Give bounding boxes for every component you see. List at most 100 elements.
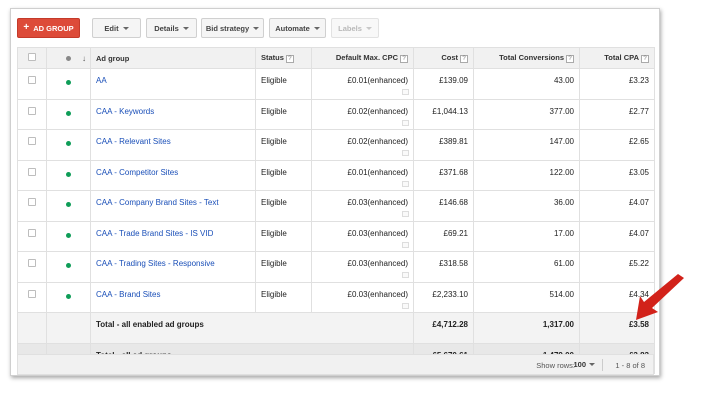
default-cpc-value[interactable]: £0.03(enhanced) xyxy=(348,229,409,238)
ad-group-link[interactable]: CAA - Relevant Sites xyxy=(96,137,171,146)
cost-cell: £389.81 xyxy=(413,129,474,161)
enabled-status-dot-icon[interactable] xyxy=(66,171,71,177)
chevron-down-icon xyxy=(589,363,595,366)
ad-group-link[interactable]: CAA - Trade Brand Sites - IS VID xyxy=(96,229,213,238)
help-icon[interactable]: ? xyxy=(641,54,649,63)
column-header-cost[interactable]: Cost? xyxy=(413,47,474,69)
cpa-cell: £4.07 xyxy=(579,220,655,252)
table-row: AA Eligible £0.01(enhanced) £139.09 43.0… xyxy=(17,68,655,100)
bid-strategy-label: Bid strategy xyxy=(205,23,250,33)
select-all-cell xyxy=(17,47,47,69)
ad-groups-panel: + AD GROUP Edit Details Bid strategy Aut… xyxy=(10,8,660,376)
status-cell: Eligible xyxy=(255,281,312,313)
cost-cell: £2,233.10 xyxy=(413,281,474,313)
rows-per-page-value: 100 xyxy=(573,360,586,369)
enabled-status-dot-icon[interactable] xyxy=(66,293,71,299)
status-filter-icon xyxy=(66,55,71,61)
column-header-default-cpc[interactable]: Default Max. CPC? xyxy=(311,47,414,69)
table-row: CAA - Company Brand Sites - Text Eligibl… xyxy=(17,190,655,222)
table-row: CAA - Relevant Sites Eligible £0.02(enha… xyxy=(17,129,655,161)
select-all-checkbox[interactable] xyxy=(28,53,36,61)
row-checkbox[interactable] xyxy=(28,198,36,206)
default-cpc-value[interactable]: £0.01(enhanced) xyxy=(348,76,409,85)
default-cpc-value[interactable]: £0.01(enhanced) xyxy=(348,168,409,177)
column-header-ad-group[interactable]: Ad group xyxy=(90,47,256,69)
footer-divider xyxy=(602,359,603,371)
add-ad-group-label: AD GROUP xyxy=(33,23,74,33)
conversions-cell: 17.00 xyxy=(473,220,580,252)
ad-group-link[interactable]: CAA - Company Brand Sites - Text xyxy=(96,198,219,207)
edit-bid-icon[interactable] xyxy=(402,150,409,156)
cpa-cell: £2.77 xyxy=(579,98,655,130)
help-icon[interactable]: ? xyxy=(285,54,294,63)
enabled-status-dot-icon[interactable] xyxy=(66,141,71,146)
edit-bid-icon[interactable] xyxy=(402,180,409,187)
edit-bid-icon[interactable] xyxy=(402,241,409,248)
cost-cell: £146.68 xyxy=(413,190,474,222)
enabled-status-dot-icon[interactable] xyxy=(66,263,71,268)
edit-bid-icon[interactable] xyxy=(402,89,409,95)
column-header-status[interactable]: Status? xyxy=(255,47,312,69)
column-header-total-conversions[interactable]: Total Conversions? xyxy=(473,47,580,69)
status-dot-header[interactable]: ↓ xyxy=(46,47,91,69)
default-cpc-value[interactable]: £0.03(enhanced) xyxy=(348,290,409,299)
automate-label: Automate xyxy=(275,23,310,33)
table-row: CAA - Brand Sites Eligible £0.03(enhance… xyxy=(17,281,655,313)
add-ad-group-button[interactable]: + AD GROUP xyxy=(17,18,80,38)
ad-group-link[interactable]: AA xyxy=(96,76,107,85)
default-cpc-value[interactable]: £0.03(enhanced) xyxy=(348,198,409,207)
chevron-down-icon xyxy=(253,26,260,30)
chevron-down-icon xyxy=(182,26,189,30)
rows-per-page-select[interactable]: 100 xyxy=(573,360,595,369)
ad-group-link[interactable]: CAA - Competitor Sites xyxy=(96,168,178,177)
cpa-cell: £3.23 xyxy=(579,68,655,100)
conversions-cell: 122.00 xyxy=(473,159,580,191)
ad-group-link[interactable]: CAA - Trading Sites - Responsive xyxy=(96,259,215,268)
ad-group-link[interactable]: CAA - Brand Sites xyxy=(96,290,160,299)
default-cpc-value[interactable]: £0.03(enhanced) xyxy=(348,259,409,268)
enabled-status-dot-icon[interactable] xyxy=(66,110,71,116)
enabled-status-dot-icon[interactable] xyxy=(66,202,71,207)
edit-bid-icon[interactable] xyxy=(402,272,409,278)
ad-group-link[interactable]: CAA - Keywords xyxy=(96,107,154,116)
table-row: CAA - Trading Sites - Responsive Eligibl… xyxy=(17,251,655,283)
total-conversions: 1,317.00 xyxy=(473,312,580,344)
pagination-range: 1 - 8 of 8 xyxy=(615,361,645,370)
toolbar: + AD GROUP Edit Details Bid strategy Aut… xyxy=(17,18,653,38)
row-checkbox[interactable] xyxy=(28,259,36,267)
status-cell: Eligible xyxy=(255,98,312,130)
row-checkbox[interactable] xyxy=(28,76,36,84)
edit-bid-icon[interactable] xyxy=(402,119,409,126)
conversions-cell: 61.00 xyxy=(473,251,580,283)
row-checkbox[interactable] xyxy=(28,167,36,176)
cost-cell: £1,044.13 xyxy=(413,98,474,130)
row-checkbox[interactable] xyxy=(28,228,36,237)
chevron-down-icon xyxy=(365,26,372,30)
help-icon[interactable]: ? xyxy=(566,54,574,63)
row-checkbox[interactable] xyxy=(28,137,36,145)
help-icon[interactable]: ? xyxy=(400,54,408,63)
labels-dropdown[interactable]: Labels xyxy=(331,18,379,38)
table-header-row: ↓ Ad group Status? Default Max. CPC? Cos… xyxy=(17,47,655,69)
cost-cell: £69.21 xyxy=(413,220,474,252)
cpa-cell: £3.05 xyxy=(579,159,655,191)
enabled-status-dot-icon[interactable] xyxy=(66,232,71,238)
row-checkbox[interactable] xyxy=(28,106,36,115)
chevron-down-icon xyxy=(122,26,129,30)
total-enabled-row: Total - all enabled ad groups £4,712.28 … xyxy=(17,312,655,344)
plus-icon: + xyxy=(23,22,30,33)
enabled-status-dot-icon[interactable] xyxy=(66,80,71,85)
default-cpc-value[interactable]: £0.02(enhanced) xyxy=(348,107,409,116)
automate-dropdown[interactable]: Automate xyxy=(269,18,326,38)
bid-strategy-dropdown[interactable]: Bid strategy xyxy=(201,18,264,38)
table-row: CAA - Competitor Sites Eligible £0.01(en… xyxy=(17,159,655,191)
default-cpc-value[interactable]: £0.02(enhanced) xyxy=(348,137,409,146)
row-checkbox[interactable] xyxy=(28,289,36,298)
show-rows-label: Show rows: xyxy=(536,361,575,370)
details-dropdown[interactable]: Details xyxy=(146,18,197,38)
edit-bid-icon[interactable] xyxy=(402,211,409,217)
column-header-total-cpa[interactable]: Total CPA? xyxy=(579,47,655,69)
edit-dropdown[interactable]: Edit xyxy=(92,18,141,38)
edit-bid-icon[interactable] xyxy=(402,302,409,309)
help-icon[interactable]: ? xyxy=(460,54,468,63)
